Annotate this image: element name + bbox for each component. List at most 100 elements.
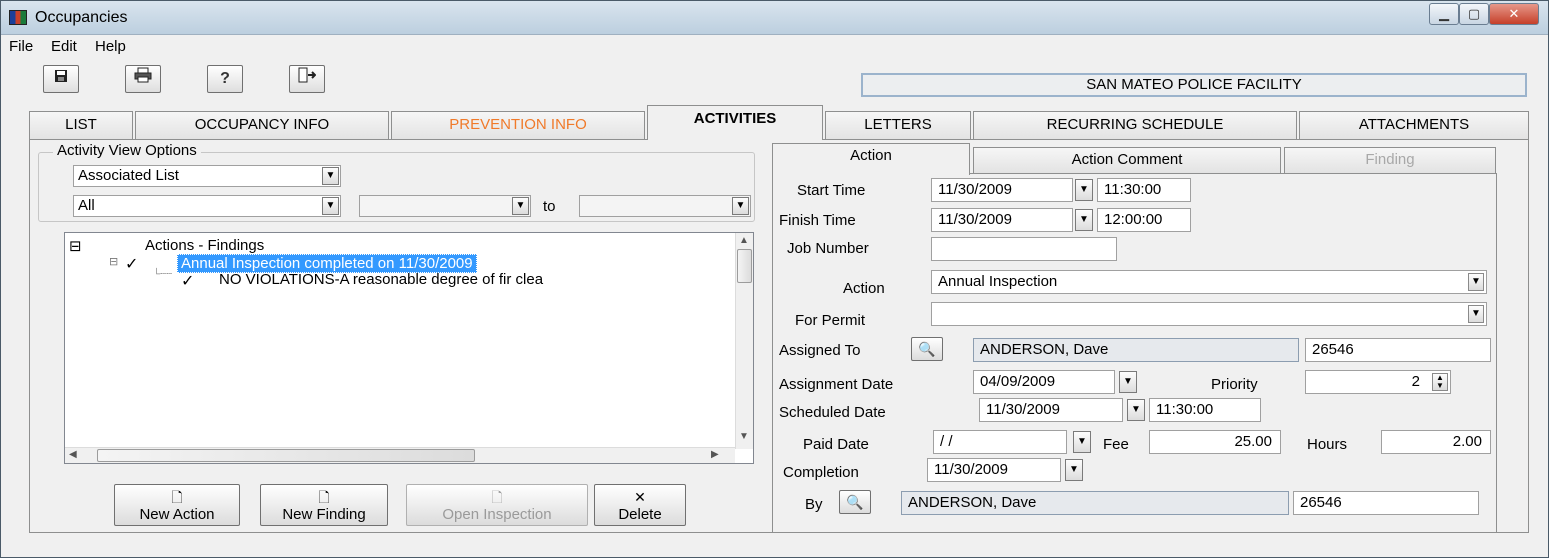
tree-item-finding[interactable]: NO VIOLATIONS-A reasonable degree of fir… xyxy=(219,271,543,288)
minimize-button[interactable]: ▁ xyxy=(1429,3,1459,25)
start-time-label: Start Time xyxy=(797,182,866,199)
priority-value: 2 xyxy=(1411,373,1420,390)
scroll-thumb[interactable] xyxy=(97,449,475,462)
tab-action-comment[interactable]: Action Comment xyxy=(973,147,1281,173)
open-inspection-button[interactable]: 🗋 Open Inspection xyxy=(406,484,588,526)
tab-letters[interactable]: LETTERS xyxy=(825,111,971,139)
chevron-down-icon[interactable]: ▼ xyxy=(1468,273,1484,291)
new-finding-button[interactable]: 🗋 New Finding xyxy=(260,484,388,526)
tree-root[interactable]: Actions - Findings xyxy=(145,237,264,254)
tab-attachments[interactable]: ATTACHMENTS xyxy=(1299,111,1529,139)
range-to-select[interactable]: ▼ xyxy=(579,195,751,217)
menu-file[interactable]: File xyxy=(9,38,33,55)
exit-button[interactable] xyxy=(289,65,325,93)
tab-list[interactable]: LIST xyxy=(29,111,133,139)
activity-view-options: Activity View Options Associated List ▼ … xyxy=(38,142,755,222)
tab-finding[interactable]: Finding xyxy=(1284,147,1496,173)
new-document-icon: 🗋 xyxy=(318,489,330,505)
facility-name: SAN MATEO POLICE FACILITY xyxy=(861,73,1527,97)
fee-label: Fee xyxy=(1103,436,1129,453)
start-time-field[interactable]: 11:30:00 xyxy=(1097,178,1191,202)
priority-label: Priority xyxy=(1211,376,1258,393)
chevron-down-icon[interactable]: ▼ xyxy=(1065,459,1083,481)
chevron-down-icon[interactable]: ▼ xyxy=(732,197,749,215)
help-icon: ? xyxy=(220,70,230,87)
for-permit-select[interactable]: ▼ xyxy=(931,302,1487,326)
chevron-down-icon[interactable]: ▼ xyxy=(1119,371,1137,393)
by-name-field: ANDERSON, Dave xyxy=(901,491,1289,515)
tab-prevention-info[interactable]: PREVENTION INFO xyxy=(391,111,645,139)
chevron-down-icon[interactable]: ▼ xyxy=(1075,179,1093,201)
scheduled-time-field[interactable]: 11:30:00 xyxy=(1149,398,1261,422)
chevron-down-icon[interactable]: ▼ xyxy=(322,167,339,185)
assigned-to-label: Assigned To xyxy=(779,342,861,359)
delete-label: Delete xyxy=(618,506,662,523)
title-bar: Occupancies ▁ ▢ ✕ xyxy=(1,1,1548,35)
job-number-field[interactable] xyxy=(931,237,1117,261)
action-select[interactable]: Annual Inspection ▼ xyxy=(931,270,1487,294)
tab-recurring-schedule[interactable]: RECURRING SCHEDULE xyxy=(973,111,1297,139)
collapse-icon[interactable]: ⊟ xyxy=(109,255,118,268)
search-icon[interactable]: 🔍 xyxy=(839,490,871,514)
menu-edit[interactable]: Edit xyxy=(51,38,77,55)
assigned-to-id-field[interactable]: 26546 xyxy=(1305,338,1491,362)
completion-date-field[interactable]: 11/30/2009 xyxy=(927,458,1061,482)
chevron-down-icon[interactable]: ▼ xyxy=(1127,399,1145,421)
assigned-to-name-field: ANDERSON, Dave xyxy=(973,338,1299,362)
filter-select-value: All xyxy=(78,197,95,214)
hours-field[interactable]: 2.00 xyxy=(1381,430,1491,454)
range-to-label: to xyxy=(543,198,556,215)
scroll-up-icon[interactable]: ▲ xyxy=(739,235,749,246)
spinner-icon[interactable]: ▲ ▼ xyxy=(1432,373,1448,391)
tree-vertical-scrollbar[interactable]: ▲ ▼ xyxy=(735,233,753,449)
scroll-down-icon[interactable]: ▼ xyxy=(739,431,749,442)
scheduled-date-field[interactable]: 11/30/2009 xyxy=(979,398,1123,422)
delete-button[interactable]: ✕ Delete xyxy=(594,484,686,526)
tab-occupancy-info[interactable]: OCCUPANCY INFO xyxy=(135,111,389,139)
assignment-date-label: Assignment Date xyxy=(779,376,894,393)
menu-help[interactable]: Help xyxy=(95,38,126,55)
close-button[interactable]: ✕ xyxy=(1489,3,1539,25)
finish-date-field[interactable]: 11/30/2009 xyxy=(931,208,1073,232)
menu-bar: File Edit Help xyxy=(1,35,1548,57)
view-select[interactable]: Associated List ▼ xyxy=(73,165,341,187)
delete-icon: ✕ xyxy=(634,489,646,505)
chevron-down-icon[interactable]: ▼ xyxy=(1468,305,1484,323)
chevron-down-icon[interactable]: ▼ xyxy=(1075,209,1093,231)
chevron-down-icon[interactable]: ▼ xyxy=(1073,431,1091,453)
finish-time-field[interactable]: 12:00:00 xyxy=(1097,208,1191,232)
assignment-date-field[interactable]: 04/09/2009 xyxy=(973,370,1115,394)
save-button[interactable] xyxy=(43,65,79,93)
maximize-button[interactable]: ▢ xyxy=(1459,3,1489,25)
actions-findings-tree[interactable]: ⊟ Actions - Findings ⊟ ✓ Annual Inspecti… xyxy=(64,232,754,464)
priority-field[interactable]: 2 ▲ ▼ xyxy=(1305,370,1451,394)
filter-select[interactable]: All ▼ xyxy=(73,195,341,217)
range-from-select[interactable]: ▼ xyxy=(359,195,531,217)
tree-horizontal-scrollbar[interactable]: ◀ ▶ xyxy=(65,447,735,463)
print-button[interactable] xyxy=(125,65,161,93)
hours-label: Hours xyxy=(1307,436,1348,453)
chevron-down-icon[interactable]: ▼ xyxy=(322,197,339,215)
for-permit-label: For Permit xyxy=(795,312,866,329)
print-icon xyxy=(134,67,152,87)
chevron-down-icon[interactable]: ▼ xyxy=(512,197,529,215)
exit-icon xyxy=(298,67,317,87)
start-date-field[interactable]: 11/30/2009 xyxy=(931,178,1073,202)
by-id-field[interactable]: 26546 xyxy=(1293,491,1479,515)
scroll-thumb[interactable] xyxy=(737,249,752,283)
help-button[interactable]: ? xyxy=(207,65,243,93)
occupancies-window: Occupancies ▁ ▢ ✕ File Edit Help ? SAN M… xyxy=(0,0,1549,558)
search-icon[interactable]: 🔍 xyxy=(911,337,943,361)
paid-date-field[interactable]: / / xyxy=(933,430,1067,454)
new-document-icon: 🗋 xyxy=(491,489,503,505)
app-icon xyxy=(9,10,27,25)
new-action-button[interactable]: 🗋 New Action xyxy=(114,484,240,526)
tab-action[interactable]: Action xyxy=(772,143,970,175)
window-title: Occupancies xyxy=(35,9,128,26)
collapse-icon[interactable]: ⊟ xyxy=(69,237,82,255)
fee-field[interactable]: 25.00 xyxy=(1149,430,1281,454)
check-icon: ✓ xyxy=(181,273,195,290)
scroll-left-icon[interactable]: ◀ xyxy=(69,449,77,460)
tab-activities[interactable]: ACTIVITIES xyxy=(647,105,823,140)
scroll-right-icon[interactable]: ▶ xyxy=(711,449,719,460)
